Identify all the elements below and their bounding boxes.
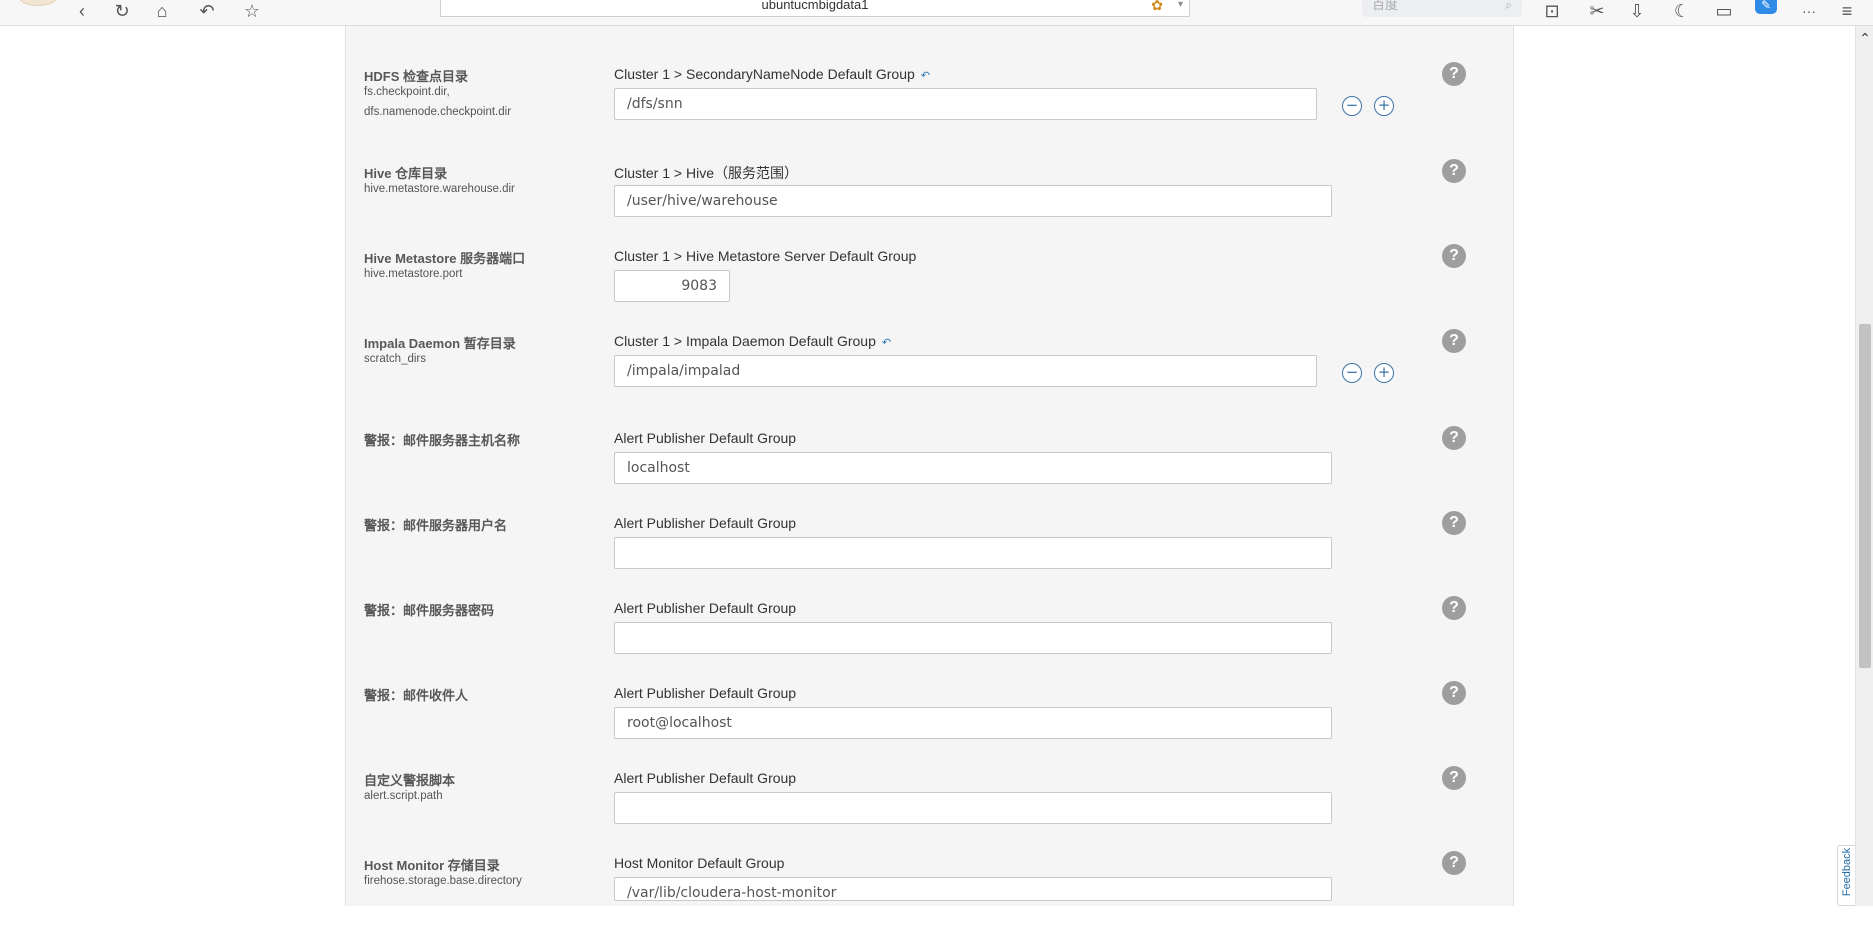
setting-title: 警报：邮件收件人 (364, 688, 469, 703)
revert-icon[interactable]: ↶ (921, 70, 930, 82)
setting-key: scratch_dirs (364, 353, 426, 365)
setting-row-alert-mail-password: 警报：邮件服务器密码 Alert Publisher Default Group… (345, 596, 1514, 685)
remove-value-button[interactable]: − (1342, 96, 1362, 116)
hamburger-menu-icon[interactable]: ≡ (1835, 0, 1859, 22)
setting-key: alert.script.path (364, 790, 443, 802)
value-input-alert-mail-recipients[interactable]: root@localhost (614, 707, 1332, 739)
setting-row-host-monitor-storage: Host Monitor 存储目录 firehose.storage.base.… (345, 851, 1514, 940)
setting-title: Impala Daemon 暂存目录 (364, 336, 516, 351)
setting-title: 警报：邮件服务器用户名 (364, 518, 508, 533)
setting-key: dfs.namenode.checkpoint.dir (364, 106, 512, 118)
browser-logo (18, 0, 58, 6)
page-left-margin (0, 26, 345, 906)
setting-title: 自定义警报脚本 (364, 773, 456, 788)
add-value-button[interactable]: + (1374, 363, 1394, 383)
value-input-host-monitor-storage[interactable]: /var/lib/cloudera-host-monitor (614, 877, 1332, 901)
home-icon[interactable]: ⌂ (150, 0, 174, 22)
search-icon[interactable]: ⌕ (1505, 0, 1512, 12)
download-icon[interactable]: ⇩ (1625, 0, 1649, 22)
undo-history-icon[interactable]: ↶ (195, 0, 219, 22)
setting-title: Host Monitor 存储目录 (364, 858, 500, 873)
setting-row-impala-scratch: Impala Daemon 暂存目录 scratch_dirs Cluster … (345, 329, 1514, 418)
setting-scope: Cluster 1 > Hive（服务范围） (614, 165, 798, 181)
setting-title: Hive Metastore 服务器端口 (364, 251, 526, 266)
scrollbar-thumb[interactable] (1859, 324, 1871, 668)
help-icon[interactable]: ? (1442, 851, 1466, 875)
back-icon[interactable]: ‹ (70, 0, 94, 22)
screenshot-icon[interactable]: ⊡ (1540, 0, 1564, 22)
setting-row-alert-mail-recipients: 警报：邮件收件人 Alert Publisher Default Group r… (345, 681, 1514, 770)
reload-icon[interactable]: ↻ (110, 0, 134, 22)
setting-scope: Alert Publisher Default Group (614, 515, 797, 531)
help-icon[interactable]: ? (1442, 681, 1466, 705)
setting-row-hdfs-checkpoint: HDFS 检查点目录 fs.checkpoint.dir, dfs.nameno… (345, 62, 1514, 151)
value-input-hive-warehouse[interactable]: /user/hive/warehouse (614, 185, 1332, 217)
setting-scope: Host Monitor Default Group (614, 855, 785, 871)
night-mode-icon[interactable]: ☾ (1670, 0, 1694, 22)
bookmark-star-icon[interactable]: ☆ (240, 0, 264, 22)
more-menu-icon[interactable]: ··· (1797, 0, 1821, 22)
help-icon[interactable]: ? (1442, 329, 1466, 353)
setting-title: HDFS 检查点目录 (364, 69, 469, 84)
address-text: ubuntucmbigdata1 (761, 0, 869, 12)
setting-scope: Alert Publisher Default Group (614, 600, 797, 616)
setting-scope: Cluster 1 > Hive Metastore Server Defaul… (614, 248, 917, 264)
value-input-hive-metastore-port[interactable]: 9083 (614, 270, 730, 302)
setting-key: firehose.storage.base.directory (364, 875, 522, 887)
url-dropdown-icon[interactable]: ▾ (1178, 0, 1183, 12)
help-icon[interactable]: ? (1442, 511, 1466, 535)
search-box[interactable]: 百度 ⌕ (1362, 0, 1522, 17)
page-scrollbar[interactable]: ⌃ (1855, 26, 1873, 906)
setting-key: fs.checkpoint.dir, (364, 86, 450, 98)
help-icon[interactable]: ? (1442, 62, 1466, 86)
value-input-alert-mail-host[interactable]: localhost (614, 452, 1332, 484)
tools-icon[interactable]: ✂ (1585, 0, 1609, 22)
scope-text: Cluster 1 > SecondaryNameNode Default Gr… (614, 66, 915, 82)
setting-row-alert-mail-user: 警报：邮件服务器用户名 Alert Publisher Default Grou… (345, 511, 1514, 600)
setting-scope: Alert Publisher Default Group (614, 685, 797, 701)
add-value-button[interactable]: + (1374, 96, 1394, 116)
help-icon[interactable]: ? (1442, 159, 1466, 183)
setting-row-custom-alert-script: 自定义警报脚本 alert.script.path Alert Publishe… (345, 766, 1514, 855)
help-icon[interactable]: ? (1442, 244, 1466, 268)
value-input-custom-alert-script[interactable] (614, 792, 1332, 824)
setting-scope: Alert Publisher Default Group (614, 430, 797, 446)
setting-row-hive-metastore-port: Hive Metastore 服务器端口 hive.metastore.port… (345, 244, 1514, 333)
setting-key: hive.metastore.warehouse.dir (364, 183, 515, 195)
remove-value-button[interactable]: − (1342, 363, 1362, 383)
feedback-tab[interactable]: Feedback (1837, 845, 1855, 906)
setting-row-alert-mail-host: 警报：邮件服务器主机名称 Alert Publisher Default Gro… (345, 426, 1514, 515)
search-placeholder: 百度 (1372, 0, 1399, 12)
address-bar[interactable]: ubuntucmbigdata1 ✿ ▾ (440, 0, 1190, 17)
setting-title: 警报：邮件服务器密码 (364, 603, 495, 618)
revert-icon[interactable]: ↶ (882, 337, 891, 349)
value-input-alert-mail-user[interactable] (614, 537, 1332, 569)
setting-row-hive-warehouse: Hive 仓库目录 hive.metastore.warehouse.dir C… (345, 159, 1514, 248)
help-icon[interactable]: ? (1442, 766, 1466, 790)
scope-text: Cluster 1 > Impala Daemon Default Group (614, 333, 876, 349)
value-input-alert-mail-password[interactable] (614, 622, 1332, 654)
setting-scope: Alert Publisher Default Group (614, 770, 797, 786)
help-icon[interactable]: ? (1442, 426, 1466, 450)
value-input-impala-scratch[interactable]: /impala/impalad (614, 355, 1317, 387)
setting-title: 警报：邮件服务器主机名称 (364, 433, 521, 448)
extension-app-icon[interactable]: ✎ (1755, 0, 1777, 14)
security-badge-icon[interactable]: ✿ (1151, 0, 1163, 12)
setting-title: Hive 仓库目录 (364, 166, 448, 181)
feedback-label: Feedback (1841, 847, 1853, 897)
setting-key: hive.metastore.port (364, 268, 463, 280)
setting-scope: Cluster 1 > Impala Daemon Default Group ↶ (614, 333, 891, 349)
scroll-up-arrow-icon[interactable]: ⌃ (1856, 30, 1873, 46)
help-icon[interactable]: ? (1442, 596, 1466, 620)
value-input-hdfs-checkpoint[interactable]: /dfs/snn (614, 88, 1317, 120)
browser-toolbar: ‹ ↻ ⌂ ↶ ☆ ubuntucmbigdata1 ✿ ▾ 百度 ⌕ ⊡ ✂ … (0, 0, 1873, 26)
setting-scope: Cluster 1 > SecondaryNameNode Default Gr… (614, 66, 930, 82)
sidebar-panel-icon[interactable]: ▭ (1712, 0, 1736, 22)
